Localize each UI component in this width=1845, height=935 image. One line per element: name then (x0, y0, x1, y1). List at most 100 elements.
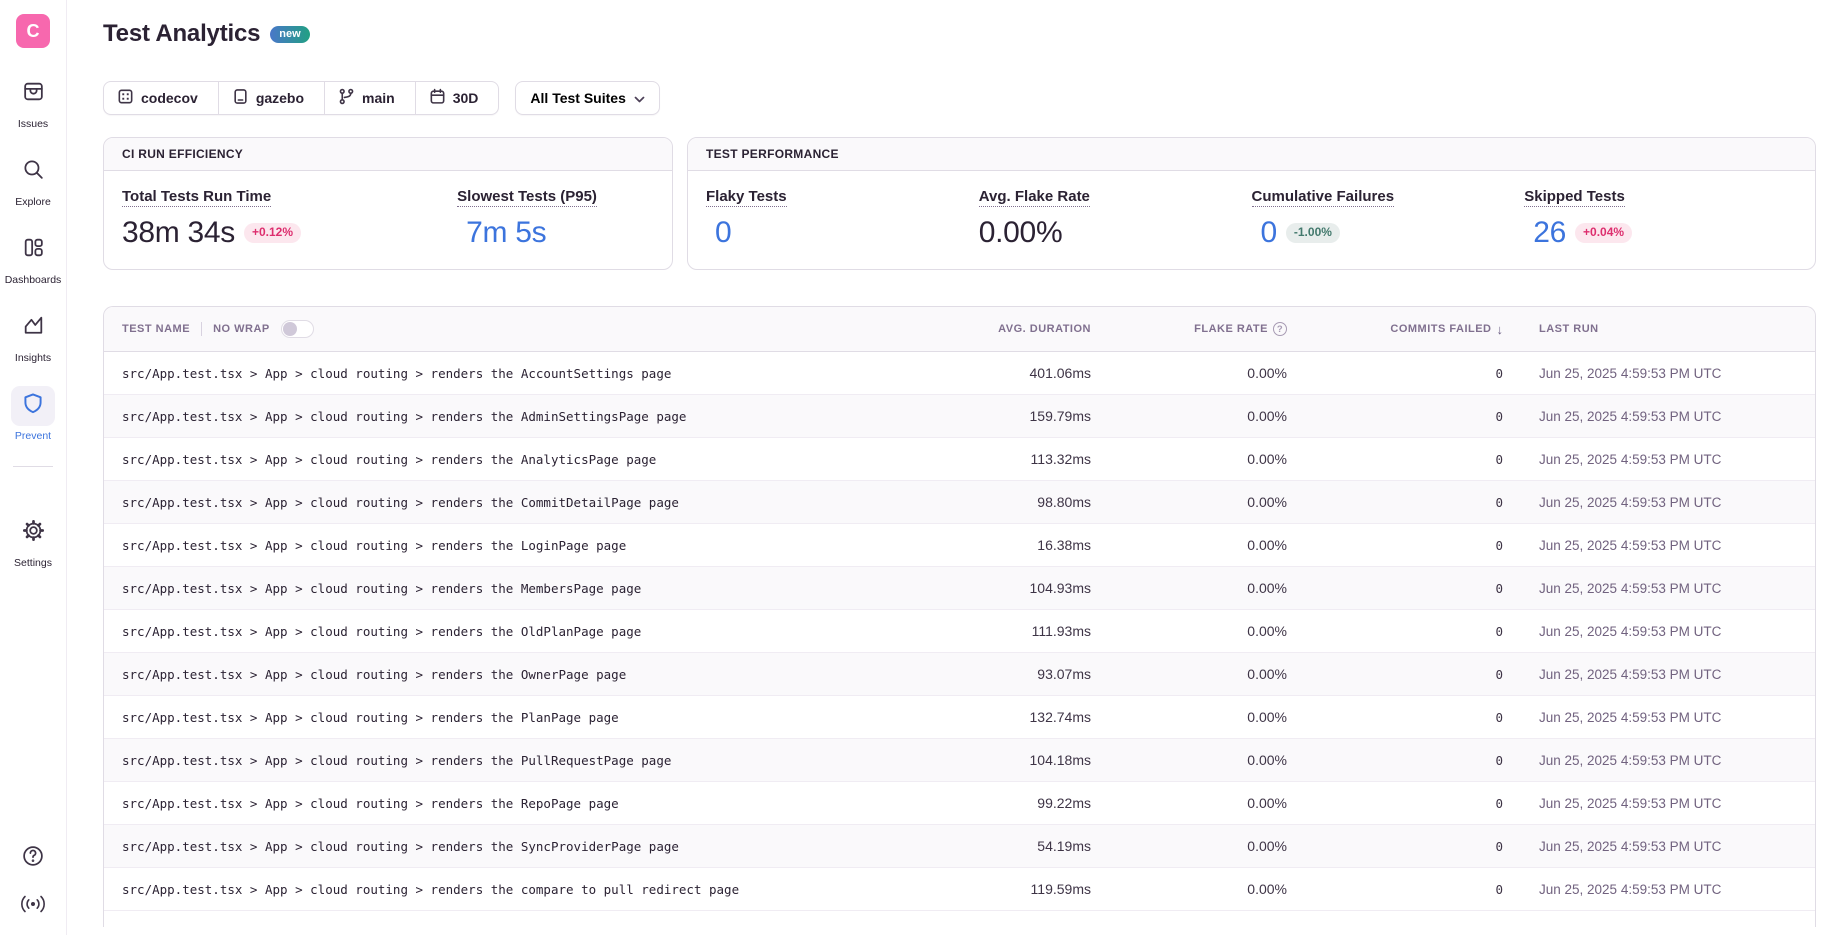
stat-label[interactable]: Total Tests Run Time (122, 188, 271, 207)
tests-table: TEST NAME NO WRAP AVG. DURATION FLAKE RA… (103, 306, 1816, 927)
last-run-cell: Jun 25, 2025 4:59:53 PM UTC (1503, 495, 1815, 510)
table-row[interactable]: src/App.test.tsx > App > cloud routing >… (104, 567, 1815, 610)
change-badge: +0.12% (244, 223, 301, 242)
commits-failed-cell: 0 (1495, 495, 1503, 510)
test-name-cell[interactable]: src/App.test.tsx > App > cloud routing >… (104, 753, 939, 768)
test-name-cell[interactable]: src/App.test.tsx > App > cloud routing >… (104, 624, 939, 639)
stat-label[interactable]: Cumulative Failures (1252, 188, 1395, 207)
sidebar-item-label: Settings (14, 557, 52, 569)
last-run-cell: Jun 25, 2025 4:59:53 PM UTC (1503, 409, 1815, 424)
column-avg-duration[interactable]: AVG. DURATION (998, 323, 1091, 335)
sidebar-item-issues[interactable]: Issues (0, 74, 66, 130)
table-row[interactable]: src/App.test.tsx > App > cloud routing >… (104, 438, 1815, 481)
filter-segment-30D[interactable]: 30D (416, 82, 499, 114)
sidebar-footer (19, 843, 47, 935)
column-last-run[interactable]: LAST RUN (1503, 323, 1815, 335)
no-wrap-toggle[interactable] (281, 320, 314, 338)
sidebar-item-settings[interactable]: Settings (0, 513, 66, 569)
table-row[interactable]: src/App.test.tsx > App > cloud routing >… (104, 696, 1815, 739)
test-suites-dropdown[interactable]: All Test Suites (515, 81, 659, 115)
stat-label[interactable]: Flaky Tests (706, 188, 787, 207)
stat-label[interactable]: Slowest Tests (P95) (457, 188, 597, 207)
test-name-cell[interactable]: src/App.test.tsx > App > cloud routing >… (104, 452, 939, 467)
sidebar-item-label: Explore (15, 196, 51, 208)
test-name-cell[interactable]: src/App.test.tsx > App > cloud routing >… (104, 667, 939, 682)
stat-label[interactable]: Skipped Tests (1524, 188, 1625, 207)
table-row[interactable]: src/App.test.tsx > App > cloud routing >… (104, 524, 1815, 567)
avg-duration-cell: 159.79ms (1030, 408, 1091, 424)
table-row[interactable]: src/App.test.tsx > App > cloud routing >… (104, 739, 1815, 782)
table-row[interactable]: src/App.test.tsx > App > cloud routing >… (104, 395, 1815, 438)
last-run-cell: Jun 25, 2025 4:59:53 PM UTC (1503, 882, 1815, 897)
test-name-cell[interactable]: src/App.test.tsx > App > cloud routing >… (104, 366, 939, 381)
column-test-name[interactable]: TEST NAME (122, 323, 190, 335)
table-row[interactable]: src/App.test.tsx > App > cloud routing >… (104, 481, 1815, 524)
filter-bar: codecov gazebo main 30D All Test Suites (103, 81, 1816, 115)
commits-failed-cell: 0 (1495, 538, 1503, 553)
panel-title: TEST PERFORMANCE (688, 138, 1815, 171)
commits-failed-cell: 0 (1495, 366, 1503, 381)
sidebar-item-prevent[interactable]: Prevent (0, 386, 66, 442)
page-title: Test Analytics (103, 20, 260, 48)
flake-rate-cell: 0.00% (1247, 451, 1287, 467)
stat-block: Slowest Tests (P95) 7m 5s (457, 188, 654, 250)
sidebar-nav: Issues Explore Dashboards Insights Preve… (0, 74, 66, 464)
avg-duration-cell: 54.19ms (1037, 838, 1091, 854)
stat-block: Flaky Tests 0 (706, 188, 979, 250)
test-name-cell[interactable]: src/App.test.tsx > App > cloud routing >… (104, 538, 939, 553)
sidebar-item-insights[interactable]: Insights (0, 308, 66, 364)
commits-failed-cell: 0 (1495, 452, 1503, 467)
test-name-cell[interactable]: src/App.test.tsx > App > cloud routing >… (104, 882, 939, 897)
org-avatar[interactable]: C (16, 14, 50, 48)
test-name-cell[interactable]: src/App.test.tsx > App > cloud routing >… (104, 796, 939, 811)
flake-rate-cell: 0.00% (1247, 795, 1287, 811)
last-run-cell: Jun 25, 2025 4:59:53 PM UTC (1503, 581, 1815, 596)
test-name-cell[interactable]: src/App.test.tsx > App > cloud routing >… (104, 409, 939, 424)
flake-rate-cell: 0.00% (1247, 494, 1287, 510)
table-row[interactable]: src/App.test.tsx > App > cloud routing >… (104, 610, 1815, 653)
flake-rate-cell: 0.00% (1247, 623, 1287, 639)
avg-duration-cell: 104.93ms (1030, 580, 1091, 596)
commits-failed-cell: 0 (1495, 753, 1503, 768)
last-run-cell: Jun 25, 2025 4:59:53 PM UTC (1503, 839, 1815, 854)
test-name-cell[interactable]: src/App.test.tsx > App > cloud routing >… (104, 495, 939, 510)
stat-value: 38m 34s (122, 216, 235, 250)
avg-duration-cell: 98.80ms (1037, 494, 1091, 510)
dashboards-icon (21, 235, 46, 265)
last-run-cell: Jun 25, 2025 4:59:53 PM UTC (1503, 667, 1815, 682)
table-row[interactable]: src/App.test.tsx > App > cloud routing >… (104, 825, 1815, 868)
table-row[interactable]: src/App.test.tsx > App > cloud routing >… (104, 782, 1815, 825)
sidebar-item-label: Prevent (15, 430, 51, 442)
sidebar-item-dashboards[interactable]: Dashboards (0, 230, 66, 286)
commits-failed-cell: 0 (1495, 882, 1503, 897)
question-circle-icon[interactable]: ? (1273, 322, 1287, 336)
column-commits-failed[interactable]: COMMITS FAILED ↓ (1390, 322, 1503, 337)
table-row[interactable]: src/App.test.tsx > App > cloud routing >… (104, 352, 1815, 395)
stat-label[interactable]: Avg. Flake Rate (979, 188, 1090, 207)
last-run-cell: Jun 25, 2025 4:59:53 PM UTC (1503, 452, 1815, 467)
sidebar-item-label: Dashboards (5, 274, 62, 286)
flake-rate-cell: 0.00% (1247, 408, 1287, 424)
test-name-cell[interactable]: src/App.test.tsx > App > cloud routing >… (104, 839, 939, 854)
filter-segment-gazebo[interactable]: gazebo (219, 82, 325, 114)
header-divider (201, 322, 202, 336)
broadcast-icon[interactable] (19, 894, 47, 919)
test-name-cell[interactable]: src/App.test.tsx > App > cloud routing >… (104, 710, 939, 725)
filter-segment-codecov[interactable]: codecov (104, 82, 219, 114)
avg-duration-cell: 119.59ms (1031, 881, 1091, 897)
stat-block: Total Tests Run Time 38m 34s +0.12% (122, 188, 457, 250)
flake-rate-cell: 0.00% (1247, 752, 1287, 768)
new-badge: new (270, 26, 309, 43)
issues-icon (21, 79, 46, 109)
stat-block: Skipped Tests 26 +0.04% (1524, 188, 1797, 250)
help-icon[interactable] (20, 843, 46, 874)
filter-segment-main[interactable]: main (325, 82, 416, 114)
sidebar-item-explore[interactable]: Explore (0, 152, 66, 208)
column-flake-rate[interactable]: FLAKE RATE ? (1194, 322, 1287, 336)
panel-title: CI RUN EFFICIENCY (104, 138, 672, 171)
test-name-cell[interactable]: src/App.test.tsx > App > cloud routing >… (104, 581, 939, 596)
table-body: src/App.test.tsx > App > cloud routing >… (104, 352, 1815, 911)
table-row[interactable]: src/App.test.tsx > App > cloud routing >… (104, 868, 1815, 911)
table-row[interactable]: src/App.test.tsx > App > cloud routing >… (104, 653, 1815, 696)
sidebar: C Issues Explore Dashboards Insights Pre… (0, 0, 67, 935)
